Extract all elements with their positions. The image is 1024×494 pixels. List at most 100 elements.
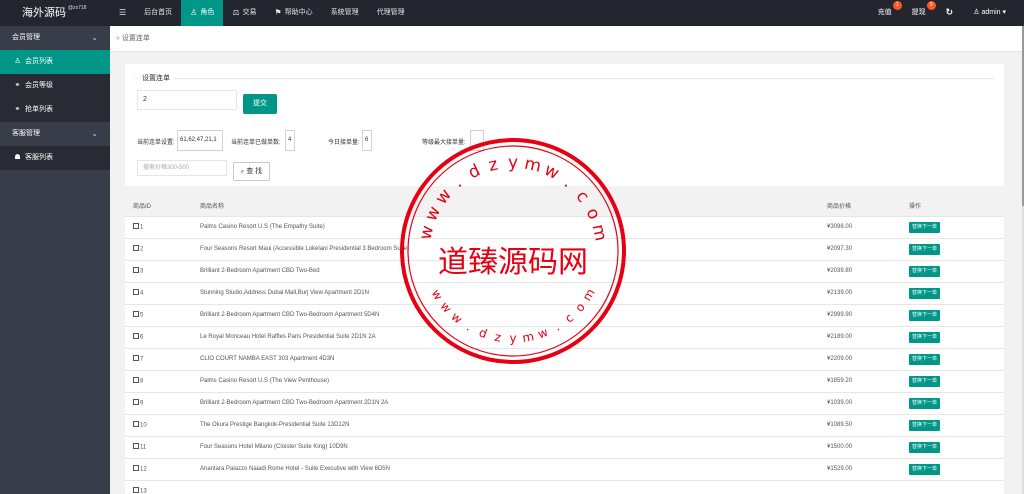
row-checkbox[interactable] bbox=[133, 420, 139, 427]
replace-next-button[interactable]: 替换下一单 bbox=[909, 353, 941, 365]
replace-next-button[interactable]: 替换下一单 bbox=[909, 397, 941, 409]
row-checkbox[interactable] bbox=[133, 464, 139, 471]
row-checkbox[interactable] bbox=[133, 398, 139, 405]
row-checkbox[interactable] bbox=[133, 442, 139, 449]
nav-item-system[interactable]: 系统管理 bbox=[322, 0, 368, 26]
replace-next-button[interactable]: 替换下一单 bbox=[909, 265, 941, 277]
app-logo[interactable]: 海外源码 @zx718 bbox=[0, 0, 110, 26]
withdraw-link[interactable]: 提现 0 bbox=[902, 0, 936, 26]
current-setting-value[interactable]: 61,62,47,21,1 bbox=[177, 130, 223, 151]
cell-id: 5 bbox=[125, 304, 192, 327]
cell-name: The Okura Prestige Bangkok-Presidential … bbox=[192, 414, 819, 437]
cell-id-text: 7 bbox=[140, 356, 144, 363]
nav-item-trade[interactable]: ⚖ 交易 bbox=[223, 0, 265, 26]
row-checkbox[interactable] bbox=[133, 266, 139, 273]
breadcrumb: » 设置连单 bbox=[110, 26, 1022, 52]
col-header-price: 商品价格 bbox=[819, 196, 901, 217]
replace-next-button[interactable]: 替换下一单 bbox=[909, 331, 941, 343]
stamp-ring-char: w bbox=[448, 309, 465, 326]
stamp-ring-char: . bbox=[560, 173, 577, 192]
cell-id: 12 bbox=[125, 458, 192, 481]
sidebar-item-support-list[interactable]: ☗ 客服列表 bbox=[0, 146, 110, 170]
sidebar-item-order-list[interactable]: ⚭ 抢单列表 bbox=[0, 98, 110, 122]
done-value[interactable]: 4 bbox=[285, 130, 295, 151]
cell-action: 替换下一单 bbox=[901, 370, 1004, 393]
user-icon: ♙ bbox=[973, 9, 980, 16]
cell-id-text: 6 bbox=[140, 334, 144, 341]
cell-name: Palms Casino Resort U.S (The View Pentho… bbox=[192, 370, 819, 393]
cell-id: 13 bbox=[125, 480, 192, 494]
cell-id: 7 bbox=[125, 348, 192, 371]
today-value[interactable]: 6 bbox=[362, 130, 372, 151]
search-input[interactable]: 搜索价格300-500 bbox=[137, 160, 227, 176]
replace-next-button[interactable]: 替换下一单 bbox=[909, 375, 941, 387]
replace-next-button[interactable]: 替换下一单 bbox=[909, 287, 941, 299]
stamp-ring-char: m bbox=[521, 329, 535, 345]
row-checkbox[interactable] bbox=[133, 222, 139, 229]
cell-name: Anantara Palazzo Naiadi Rome Hotel - Sui… bbox=[192, 458, 819, 481]
cell-id: 4 bbox=[125, 282, 192, 305]
sidebar-group-support[interactable]: 客服管理 ⌄ bbox=[0, 122, 110, 146]
nav-item-help[interactable]: ⚑ 帮助中心 bbox=[266, 0, 322, 26]
link-icon: ⚭ bbox=[14, 106, 21, 113]
replace-next-button[interactable]: 替换下一单 bbox=[909, 221, 941, 233]
row-checkbox[interactable] bbox=[133, 288, 139, 295]
recharge-link[interactable]: 充值 1 bbox=[868, 0, 902, 26]
cell-id-text: 3 bbox=[140, 268, 144, 275]
nav-item-home[interactable]: 后台首页 bbox=[135, 0, 181, 26]
cell-id: 2 bbox=[125, 238, 192, 261]
stamp-ring-char: w bbox=[421, 203, 445, 224]
cell-id: 3 bbox=[125, 260, 192, 283]
table-row: 11 Four Seasons Hotel Milano (Cloister Su… bbox=[125, 436, 1004, 459]
stamp-ring-char: . bbox=[552, 320, 562, 334]
row-checkbox[interactable] bbox=[133, 332, 139, 339]
cell-id-text: 13 bbox=[140, 488, 147, 494]
cell-id-text: 1 bbox=[140, 224, 144, 231]
row-checkbox[interactable] bbox=[133, 486, 139, 493]
replace-next-button[interactable]: 替换下一单 bbox=[909, 309, 941, 321]
top-right-actions: 充值 1 提现 0 ↻ ♙ admin ▾ bbox=[868, 0, 1016, 26]
user-icon: ♙ bbox=[14, 58, 21, 65]
row-checkbox[interactable] bbox=[133, 354, 139, 361]
cell-price: ¥1089.50 bbox=[819, 414, 901, 437]
logo-text: 海外源码 bbox=[22, 7, 66, 19]
refresh-button[interactable]: ↻ bbox=[936, 0, 964, 27]
search-button[interactable]: ⌕ 查 找 bbox=[233, 162, 270, 181]
replace-next-button[interactable]: 替换下一单 bbox=[909, 243, 941, 255]
cell-name bbox=[192, 480, 819, 494]
sidebar-item-label: 抢单列表 bbox=[25, 106, 53, 113]
row-checkbox[interactable] bbox=[133, 244, 139, 251]
nav-item-label: 交易 bbox=[242, 9, 257, 16]
menu-toggle-button[interactable]: ☰ bbox=[110, 0, 135, 26]
sidebar-item-member-level[interactable]: ⚭ 会员等级 bbox=[0, 74, 110, 98]
cell-id: 8 bbox=[125, 370, 192, 393]
nav-item-label: 后台首页 bbox=[144, 9, 173, 16]
table-row: 13 bbox=[125, 480, 1004, 494]
breadcrumb-separator: » bbox=[116, 35, 120, 42]
submit-button[interactable]: 提交 bbox=[243, 94, 277, 114]
sidebar-item-member-list[interactable]: ♙ 会员列表 bbox=[0, 50, 110, 74]
count-input[interactable]: 2 bbox=[137, 90, 237, 110]
fieldset-line bbox=[135, 78, 994, 79]
row-checkbox[interactable] bbox=[133, 310, 139, 317]
stamp-ring-char: . bbox=[464, 320, 474, 334]
chevron-up-icon: ⌄ bbox=[91, 33, 98, 42]
cell-id-text: 5 bbox=[140, 312, 144, 319]
row-checkbox[interactable] bbox=[133, 376, 139, 383]
nav-item-roles[interactable]: ♙ 角色 bbox=[181, 0, 224, 26]
user-icon: ♙ bbox=[190, 8, 198, 17]
nav-item-label: 系统管理 bbox=[330, 9, 359, 16]
refresh-icon: ↻ bbox=[945, 7, 954, 17]
stamp-ring-char: m bbox=[580, 286, 598, 303]
col-header-id: 商品ID bbox=[125, 196, 192, 217]
stamp-ring-char: y bbox=[508, 153, 518, 173]
replace-next-button[interactable]: 替换下一单 bbox=[909, 419, 941, 431]
replace-next-button[interactable]: 替换下一单 bbox=[909, 463, 941, 475]
sidebar-group-members[interactable]: 会员管理 ⌄ bbox=[0, 26, 110, 50]
done-label: 当前连单已做单数: bbox=[231, 140, 281, 146]
replace-next-button[interactable]: 替换下一单 bbox=[909, 441, 941, 453]
stamp-ring-char: w bbox=[416, 224, 438, 242]
stamp-ring-char: w bbox=[541, 160, 562, 184]
nav-item-agent[interactable]: 代理管理 bbox=[368, 0, 414, 26]
user-menu[interactable]: ♙ admin ▾ bbox=[963, 0, 1016, 26]
